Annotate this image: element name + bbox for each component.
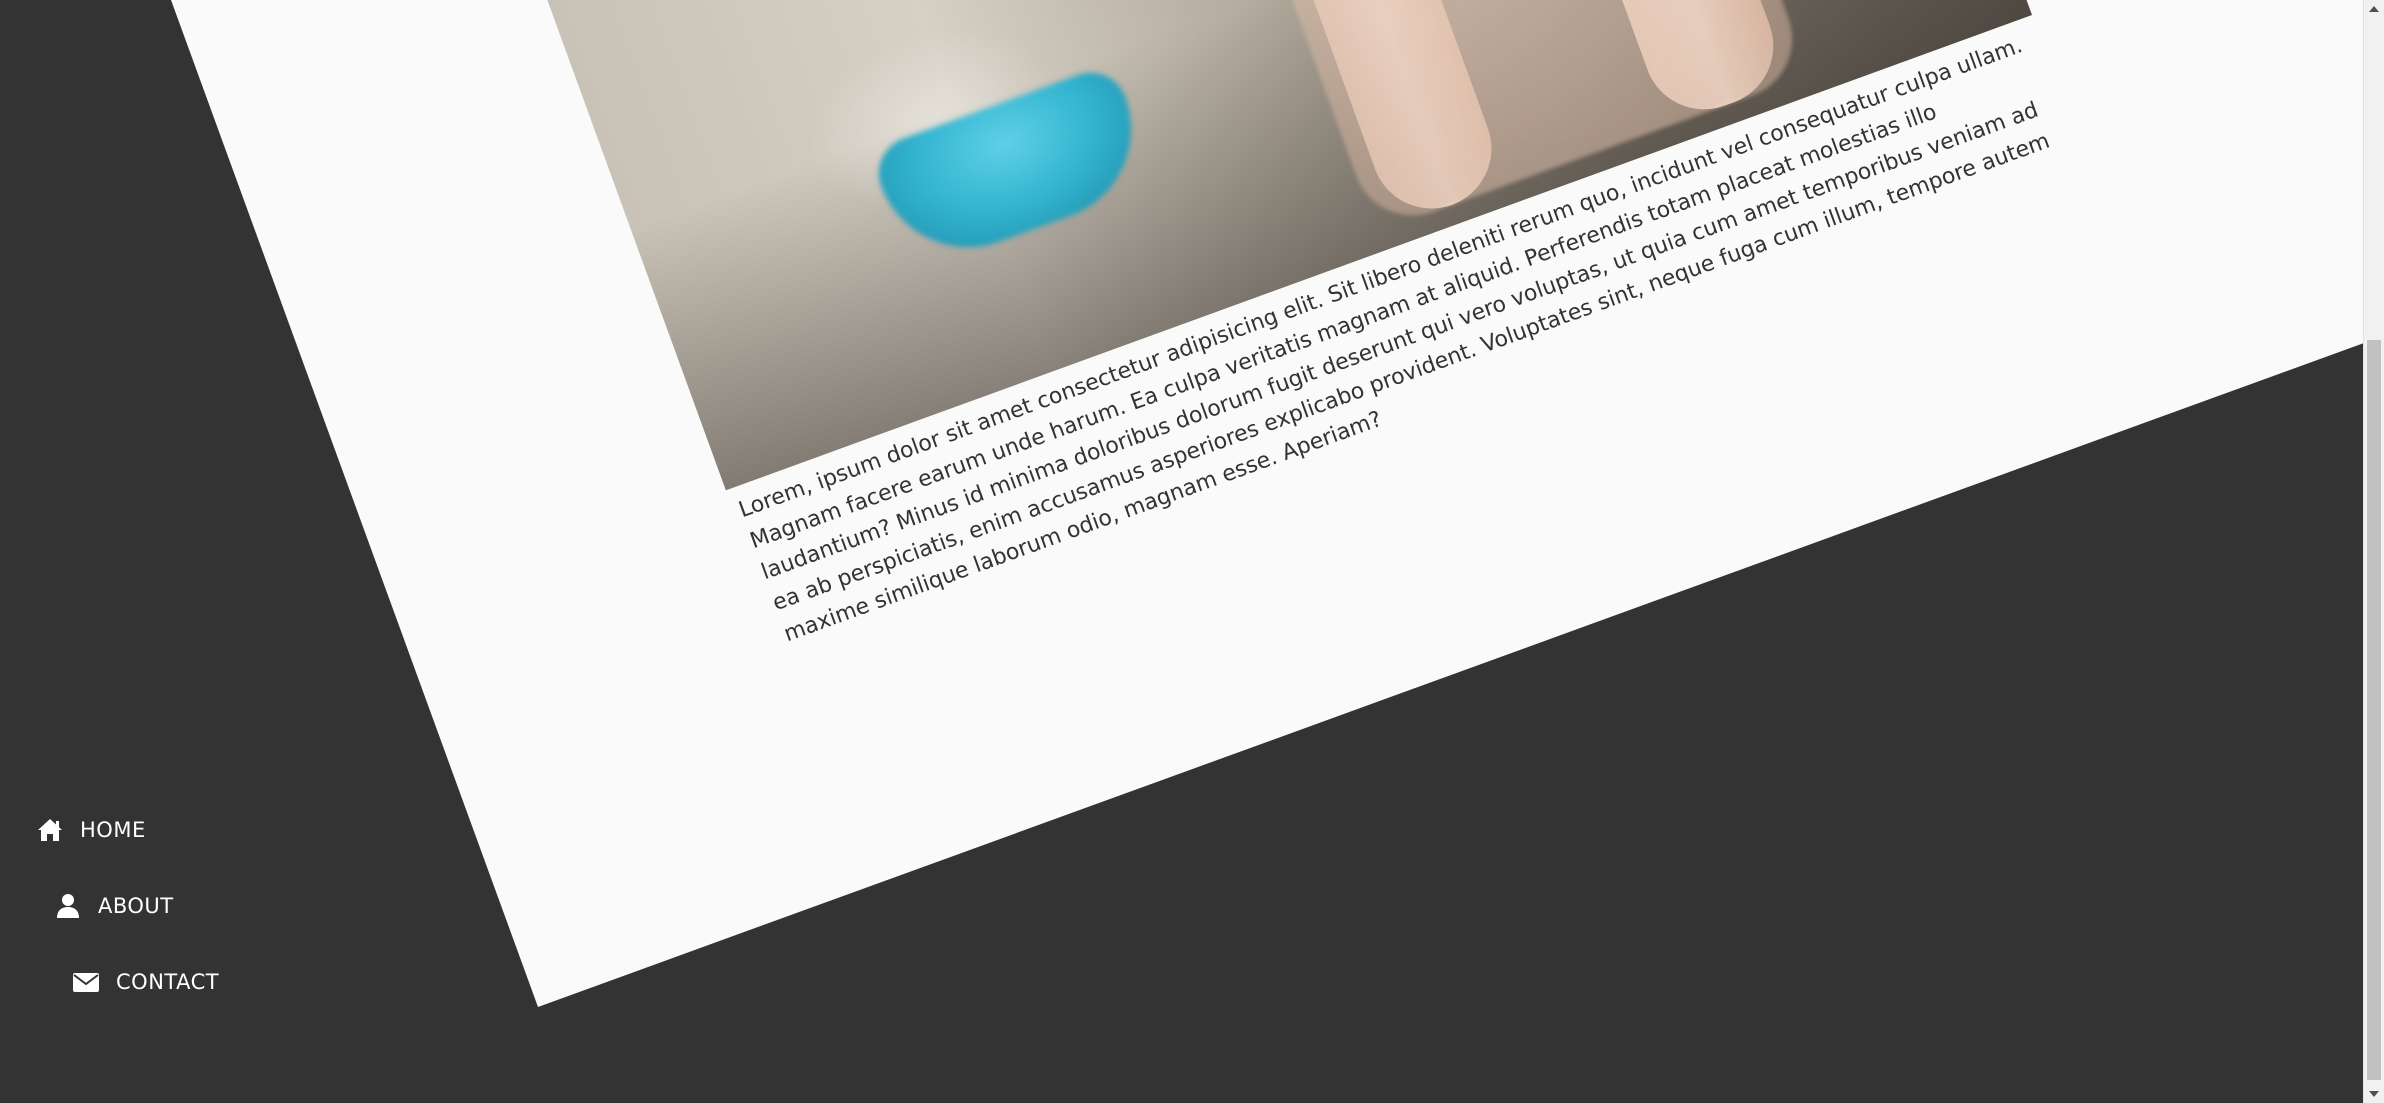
nav-label-contact: CONTACT — [116, 970, 220, 994]
scroll-down-arrow-icon[interactable] — [2369, 1091, 2379, 1097]
article-content: Lorem, ipsum dolor sit amet consectetur … — [486, 0, 2091, 653]
home-icon — [38, 819, 62, 841]
nav-label-about: ABOUT — [98, 894, 174, 918]
rotated-page-sheet: Lorem, ipsum dolor sit amet consectetur … — [171, 0, 2364, 1007]
envelope-icon — [73, 973, 99, 992]
viewport: Lorem, ipsum dolor sit amet consectetur … — [0, 0, 2384, 1103]
scrollbar-thumb[interactable] — [2367, 340, 2381, 1080]
side-navigation: HOME ABOUT CONTACT — [0, 810, 300, 1038]
user-icon — [57, 894, 79, 918]
nav-item-about[interactable]: ABOUT — [0, 886, 300, 926]
vertical-scrollbar[interactable] — [2363, 0, 2384, 1103]
nav-label-home: HOME — [80, 818, 146, 842]
nav-item-contact[interactable]: CONTACT — [0, 962, 300, 1002]
scroll-up-arrow-icon[interactable] — [2369, 6, 2379, 12]
nav-item-home[interactable]: HOME — [0, 810, 300, 850]
